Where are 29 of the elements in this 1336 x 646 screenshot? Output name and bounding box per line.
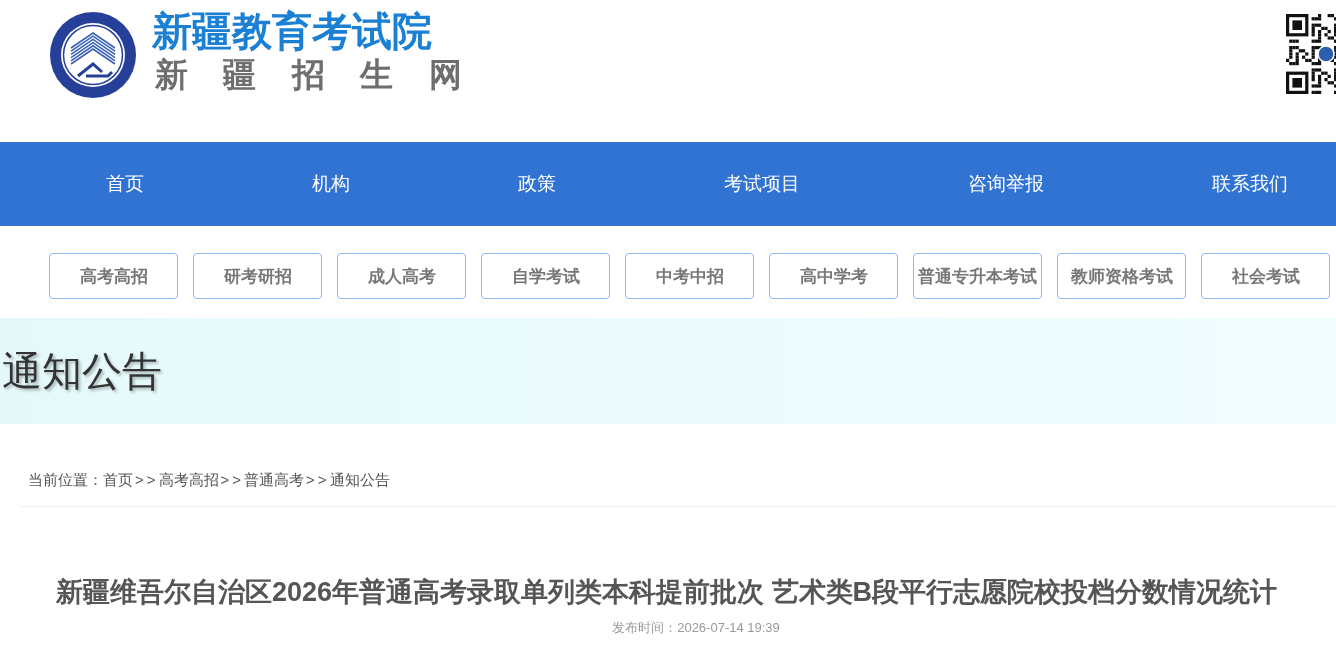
category-button[interactable]: 自学考试 — [481, 253, 610, 299]
banner-title: 通知公告 — [2, 348, 162, 395]
breadcrumb-separator: >> — [220, 470, 245, 490]
category-button[interactable]: 中考中招 — [625, 253, 754, 299]
category-button[interactable]: 教师资格考试 — [1057, 253, 1186, 299]
breadcrumb-link[interactable]: 高考高招 — [158, 470, 219, 490]
category-button[interactable]: 研考研招 — [193, 253, 322, 299]
breadcrumb-link[interactable]: 通知公告 — [329, 470, 390, 490]
breadcrumb-link[interactable]: 首页 — [103, 470, 133, 490]
category-button[interactable]: 普通专升本考试 — [913, 253, 1042, 299]
nav-link[interactable]: 首页 — [106, 172, 144, 196]
breadcrumb-label: 当前位置： — [28, 470, 103, 490]
publish-time: 发布时间：2026-07-14 19:39 — [612, 619, 780, 637]
breadcrumb-separator: >> — [306, 470, 330, 490]
site-title: 新疆教育考试院 — [152, 8, 432, 54]
nav-link[interactable]: 政策 — [518, 172, 556, 196]
article-title: 新疆维吾尔自治区2026年普通高考录取单列类本科提前批次 艺术类B段平行志愿院校投档分数情况统计 — [56, 576, 1279, 609]
site-subtitle: 新 疆 招 生 网 — [155, 54, 474, 96]
category-button[interactable]: 高考高招 — [49, 253, 178, 299]
nav-link[interactable]: 咨询举报 — [968, 172, 1044, 196]
category-button[interactable]: 高中学考 — [769, 253, 898, 299]
breadcrumb-link[interactable]: 普通高考 — [244, 470, 305, 490]
nav-link[interactable]: 联系我们 — [1212, 172, 1288, 196]
category-button[interactable]: 社会考试 — [1201, 253, 1330, 299]
breadcrumb-separator: >> — [135, 470, 159, 490]
nav-link[interactable]: 机构 — [312, 172, 350, 196]
category-button[interactable]: 成人高考 — [337, 253, 466, 299]
emblem-icon — [50, 12, 136, 98]
nav-link[interactable]: 考试项目 — [724, 172, 800, 196]
